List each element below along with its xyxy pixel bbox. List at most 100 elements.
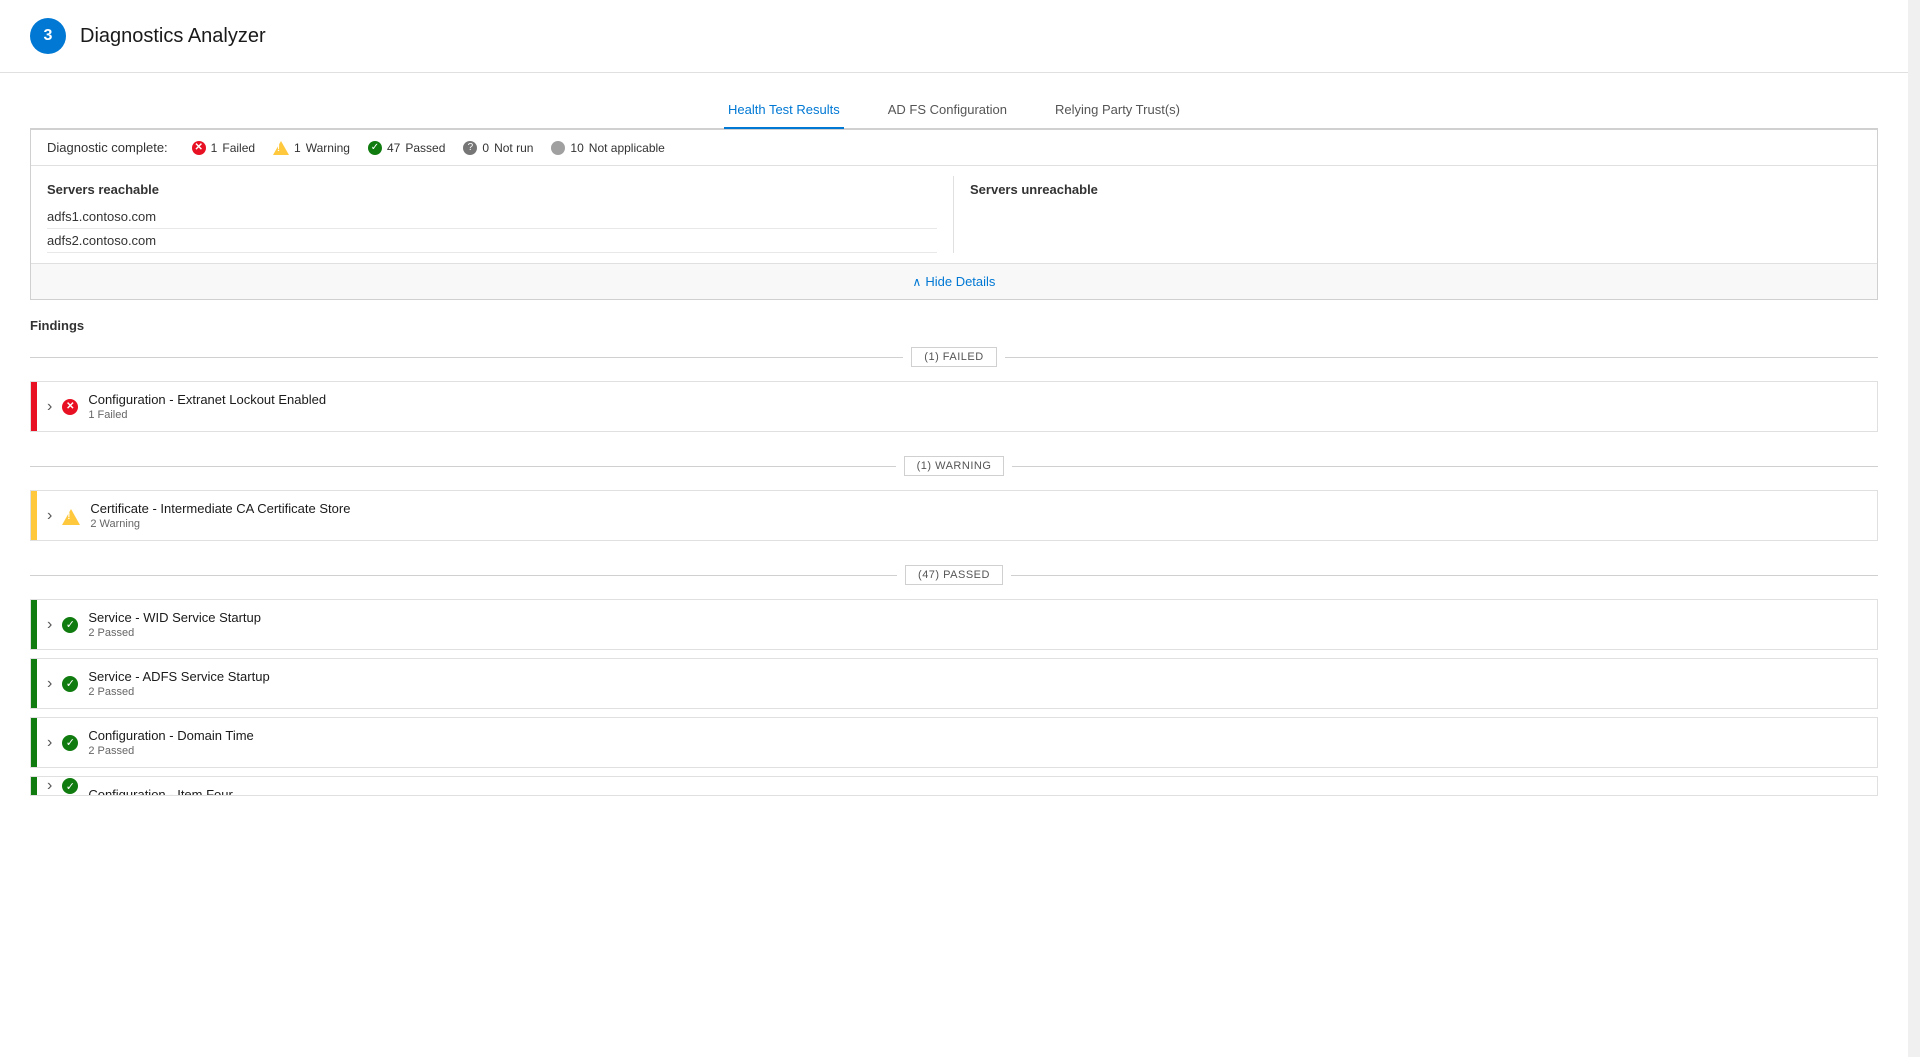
finding-item-extranet[interactable]: ✕ Configuration - Extranet Lockout Enabl… xyxy=(30,381,1878,432)
findings-section: Findings (1) FAILED ✕ Configuration - Ex… xyxy=(30,318,1878,796)
finding-text-domain-time: Configuration - Domain Time 2 Passed xyxy=(88,718,1877,767)
warning-icon xyxy=(273,141,289,155)
diag-notrun-count: 0 xyxy=(482,141,489,155)
tabs-container: Health Test Results AD FS Configuration … xyxy=(30,93,1878,129)
finding-chevron-warn xyxy=(37,491,62,540)
diag-failed: ✕ 1 Failed xyxy=(192,141,255,155)
page-title: Diagnostics Analyzer xyxy=(80,25,266,48)
chevron-up-icon xyxy=(913,274,922,289)
finding-chevron-failed xyxy=(37,382,62,431)
hide-details-link[interactable]: Hide Details xyxy=(913,274,996,289)
divider-passed: (47) PASSED xyxy=(30,565,1878,585)
finding-item-adfs-startup[interactable]: ✓ Service - ADFS Service Startup 2 Passe… xyxy=(30,658,1878,709)
diag-failed-label: Failed xyxy=(222,141,255,155)
finding-text-extranet: Configuration - Extranet Lockout Enabled… xyxy=(88,382,1877,431)
divider-line-left xyxy=(30,466,896,467)
divider-line-left xyxy=(30,357,903,358)
page-header: 3 Diagnostics Analyzer xyxy=(0,0,1920,73)
chevron-right-icon xyxy=(47,777,52,795)
passed-icon: ✓ xyxy=(368,141,382,155)
servers-unreachable-header: Servers unreachable xyxy=(970,176,1861,205)
divider-label-failed: (1) FAILED xyxy=(911,347,996,367)
pass-icon: ✓ xyxy=(62,617,78,633)
pass-icon: ✓ xyxy=(62,735,78,751)
diagnostic-prefix: Diagnostic complete: xyxy=(47,140,168,155)
servers-unreachable-col: Servers unreachable xyxy=(954,176,1861,253)
finding-sub-cert: 2 Warning xyxy=(90,518,1877,530)
chevron-right-icon xyxy=(47,734,52,752)
finding-name-domain-time: Configuration - Domain Time xyxy=(88,728,1877,743)
server-item: adfs2.contoso.com xyxy=(47,229,937,253)
hide-details-label: Hide Details xyxy=(925,274,995,289)
main-card: Diagnostic complete: ✕ 1 Failed 1 Warnin… xyxy=(30,129,1878,300)
finding-chevron-pass xyxy=(37,600,62,649)
findings-title: Findings xyxy=(30,318,1878,333)
divider-label-passed: (47) PASSED xyxy=(905,565,1003,585)
hide-details-bar[interactable]: Hide Details xyxy=(31,264,1877,299)
main-content: Health Test Results AD FS Configuration … xyxy=(0,73,1908,824)
finding-name-cert: Certificate - Intermediate CA Certificat… xyxy=(90,501,1877,516)
diag-warning-count: 1 xyxy=(294,141,301,155)
finding-name-extranet: Configuration - Extranet Lockout Enabled xyxy=(88,392,1877,407)
finding-text-wid: Service - WID Service Startup 2 Passed xyxy=(88,600,1877,649)
diag-notrun: ? 0 Not run xyxy=(463,141,533,155)
finding-sub-adfs-startup: 2 Passed xyxy=(88,686,1877,698)
finding-sub-extranet: 1 Failed xyxy=(88,409,1877,421)
finding-chevron-pass4 xyxy=(37,777,62,795)
finding-text-adfs-startup: Service - ADFS Service Startup 2 Passed xyxy=(88,659,1877,708)
diag-passed-count: 47 xyxy=(387,141,400,155)
diag-notrun-label: Not run xyxy=(494,141,533,155)
diag-na-label: Not applicable xyxy=(589,141,665,155)
finding-item-cert[interactable]: Certificate - Intermediate CA Certificat… xyxy=(30,490,1878,541)
chevron-right-icon xyxy=(47,675,52,693)
na-icon xyxy=(551,141,565,155)
divider-failed: (1) FAILED xyxy=(30,347,1878,367)
server-item: adfs1.contoso.com xyxy=(47,205,937,229)
finding-name-adfs-startup: Service - ADFS Service Startup xyxy=(88,669,1877,684)
step-badge: 3 xyxy=(30,18,66,54)
divider-line-left xyxy=(30,575,897,576)
finding-item-domain-time[interactable]: ✓ Configuration - Domain Time 2 Passed xyxy=(30,717,1878,768)
finding-item-wid[interactable]: ✓ Service - WID Service Startup 2 Passed xyxy=(30,599,1878,650)
finding-icon-warn xyxy=(62,491,90,540)
fail-icon: ✕ xyxy=(62,399,78,415)
diag-passed: ✓ 47 Passed xyxy=(368,141,445,155)
notrun-icon: ? xyxy=(463,141,477,155)
finding-icon-pass4: ✓ xyxy=(62,777,88,795)
divider-warning: (1) WARNING xyxy=(30,456,1878,476)
diag-warning: 1 Warning xyxy=(273,141,350,155)
finding-icon-failed: ✕ xyxy=(62,382,88,431)
servers-grid: Servers reachable adfs1.contoso.com adfs… xyxy=(47,176,1861,253)
scrollbar[interactable] xyxy=(1908,0,1920,1057)
divider-line-right xyxy=(1005,357,1878,358)
tab-health[interactable]: Health Test Results xyxy=(724,94,844,129)
tab-relying[interactable]: Relying Party Trust(s) xyxy=(1051,94,1184,129)
diag-failed-count: 1 xyxy=(211,141,218,155)
diag-warning-label: Warning xyxy=(306,141,350,155)
finding-text-extra: Configuration - Item Four xyxy=(88,777,1877,796)
servers-section: Servers reachable adfs1.contoso.com adfs… xyxy=(31,166,1877,264)
finding-name-wid: Service - WID Service Startup xyxy=(88,610,1877,625)
finding-name-extra: Configuration - Item Four xyxy=(88,787,1877,796)
page-wrapper: 3 Diagnostics Analyzer Health Test Resul… xyxy=(0,0,1920,1057)
chevron-right-icon xyxy=(47,507,52,525)
chevron-right-icon xyxy=(47,616,52,634)
divider-line-right xyxy=(1012,466,1878,467)
diag-na: 10 Not applicable xyxy=(551,141,664,155)
tab-adfs[interactable]: AD FS Configuration xyxy=(884,94,1011,129)
diag-na-count: 10 xyxy=(570,141,583,155)
finding-icon-pass3: ✓ xyxy=(62,718,88,767)
servers-reachable-header: Servers reachable xyxy=(47,176,937,205)
divider-label-warning: (1) WARNING xyxy=(904,456,1005,476)
finding-sub-wid: 2 Passed xyxy=(88,627,1877,639)
diagnostic-bar: Diagnostic complete: ✕ 1 Failed 1 Warnin… xyxy=(31,130,1877,166)
finding-chevron-pass2 xyxy=(37,659,62,708)
pass-icon: ✓ xyxy=(62,676,78,692)
failed-icon: ✕ xyxy=(192,141,206,155)
finding-icon-pass: ✓ xyxy=(62,600,88,649)
divider-line-right xyxy=(1011,575,1878,576)
finding-text-cert: Certificate - Intermediate CA Certificat… xyxy=(90,491,1877,540)
warn-icon xyxy=(62,509,80,525)
finding-sub-domain-time: 2 Passed xyxy=(88,745,1877,757)
finding-item-extra[interactable]: ✓ Configuration - Item Four xyxy=(30,776,1878,796)
